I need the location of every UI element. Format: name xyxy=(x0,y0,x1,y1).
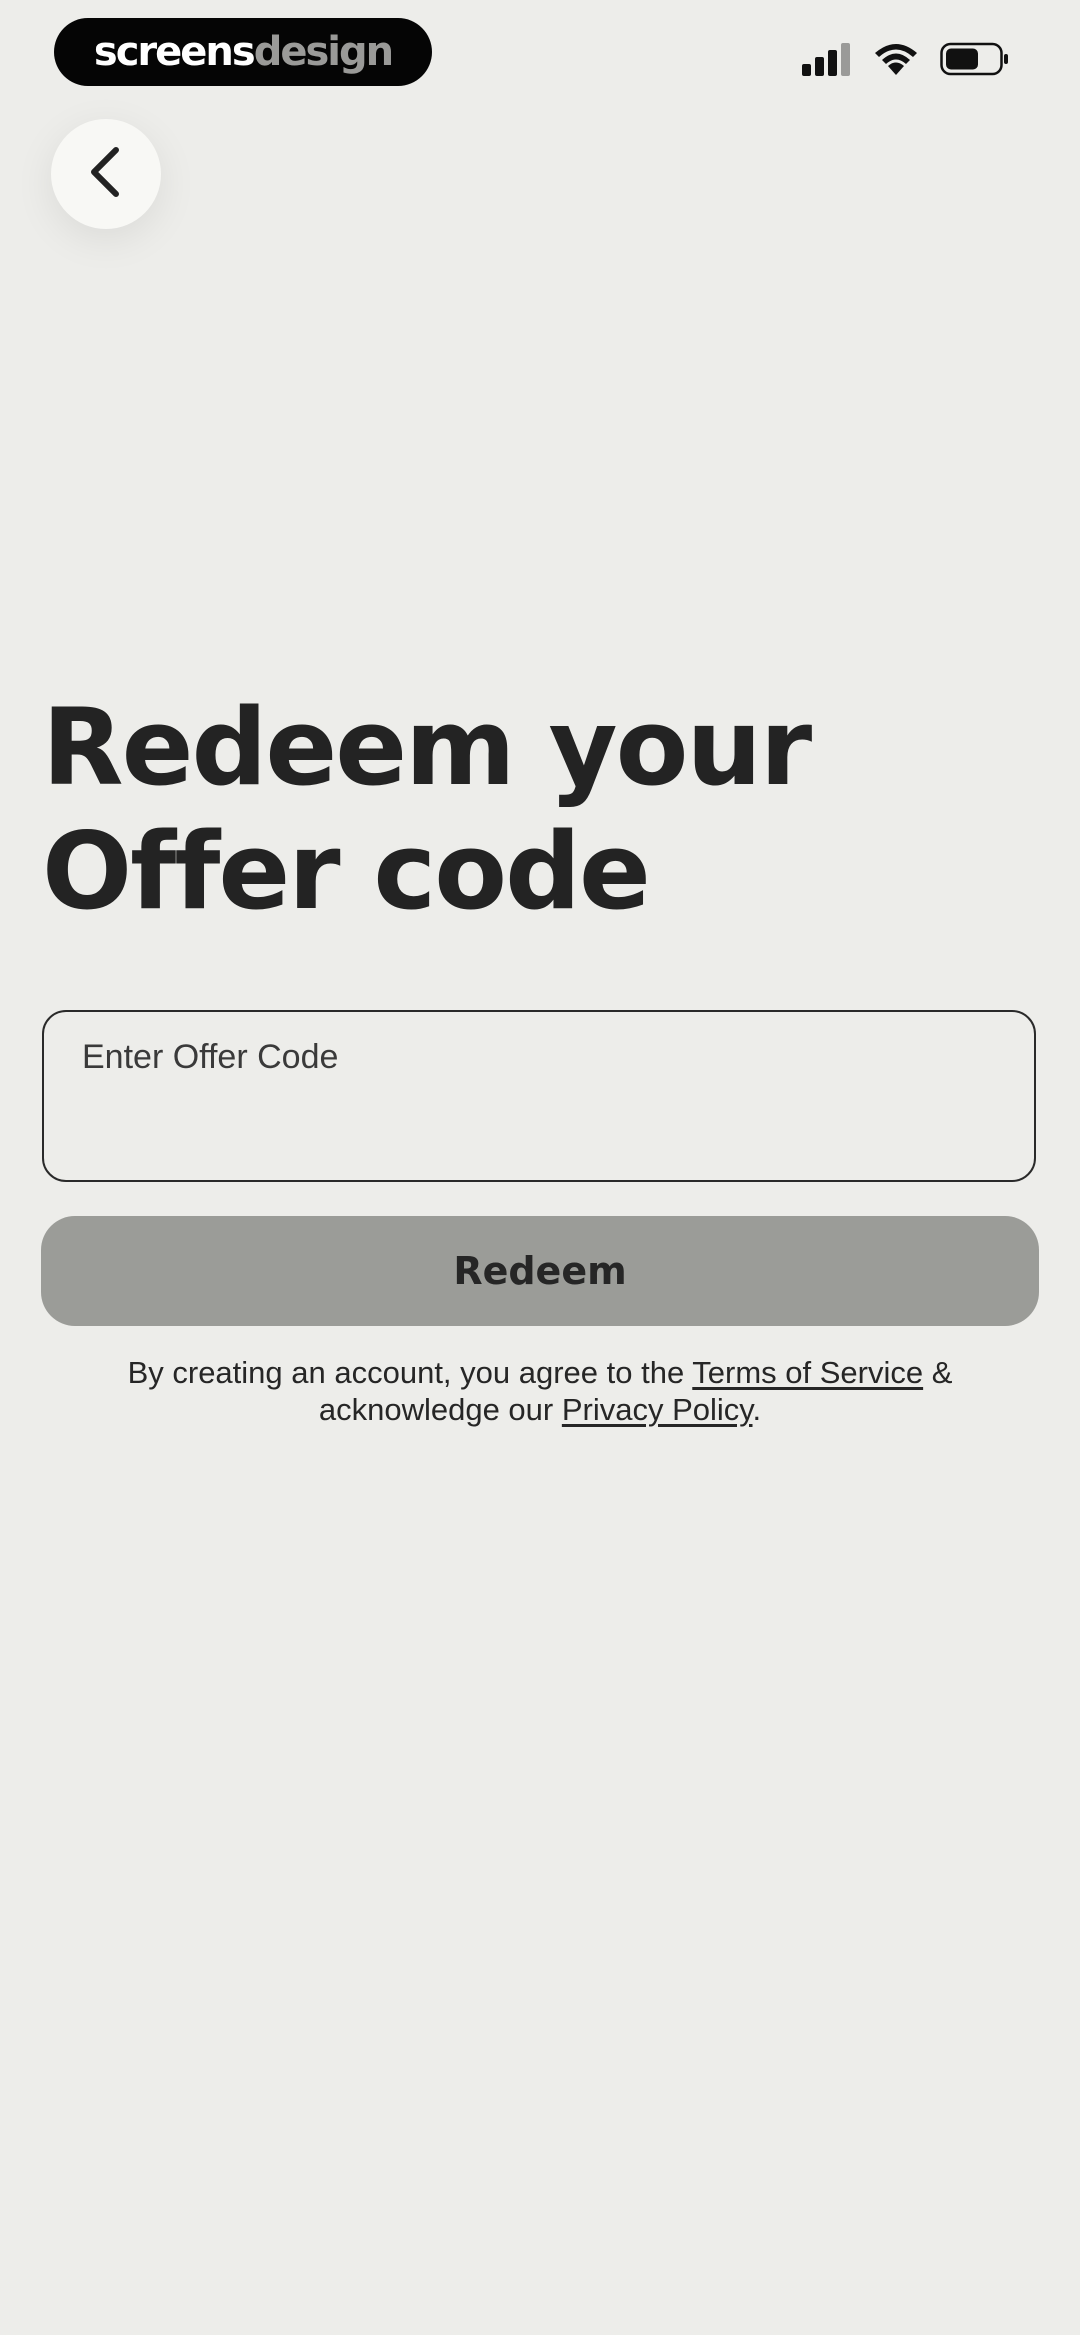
terms-of-service-link[interactable]: Terms of Service xyxy=(692,1355,923,1390)
page-title-line2: Offer code xyxy=(42,810,651,933)
legal-suffix: . xyxy=(752,1392,762,1427)
legal-text: By creating an account, you agree to the… xyxy=(60,1354,1020,1428)
brand-logo: screens design xyxy=(54,18,432,86)
brand-text-secondary: design xyxy=(253,29,394,75)
status-bar: screens design xyxy=(0,0,1080,110)
privacy-policy-link[interactable]: Privacy Policy xyxy=(562,1392,753,1427)
legal-prefix: By creating an account, you agree to the xyxy=(127,1355,693,1390)
brand-text-primary: screens xyxy=(93,29,256,75)
page-title: Redeem your Offer code xyxy=(42,686,1042,934)
signal-icon xyxy=(802,42,852,81)
offer-code-input[interactable] xyxy=(82,1038,982,1077)
page-title-line1: Redeem your xyxy=(42,686,812,809)
chevron-left-icon xyxy=(86,144,126,205)
offer-code-field[interactable] xyxy=(42,1010,1036,1182)
battery-icon xyxy=(940,42,1010,81)
back-button[interactable] xyxy=(51,119,161,229)
redeem-button[interactable]: Redeem xyxy=(41,1216,1039,1326)
status-icons xyxy=(802,42,1010,81)
wifi-icon xyxy=(874,42,918,81)
